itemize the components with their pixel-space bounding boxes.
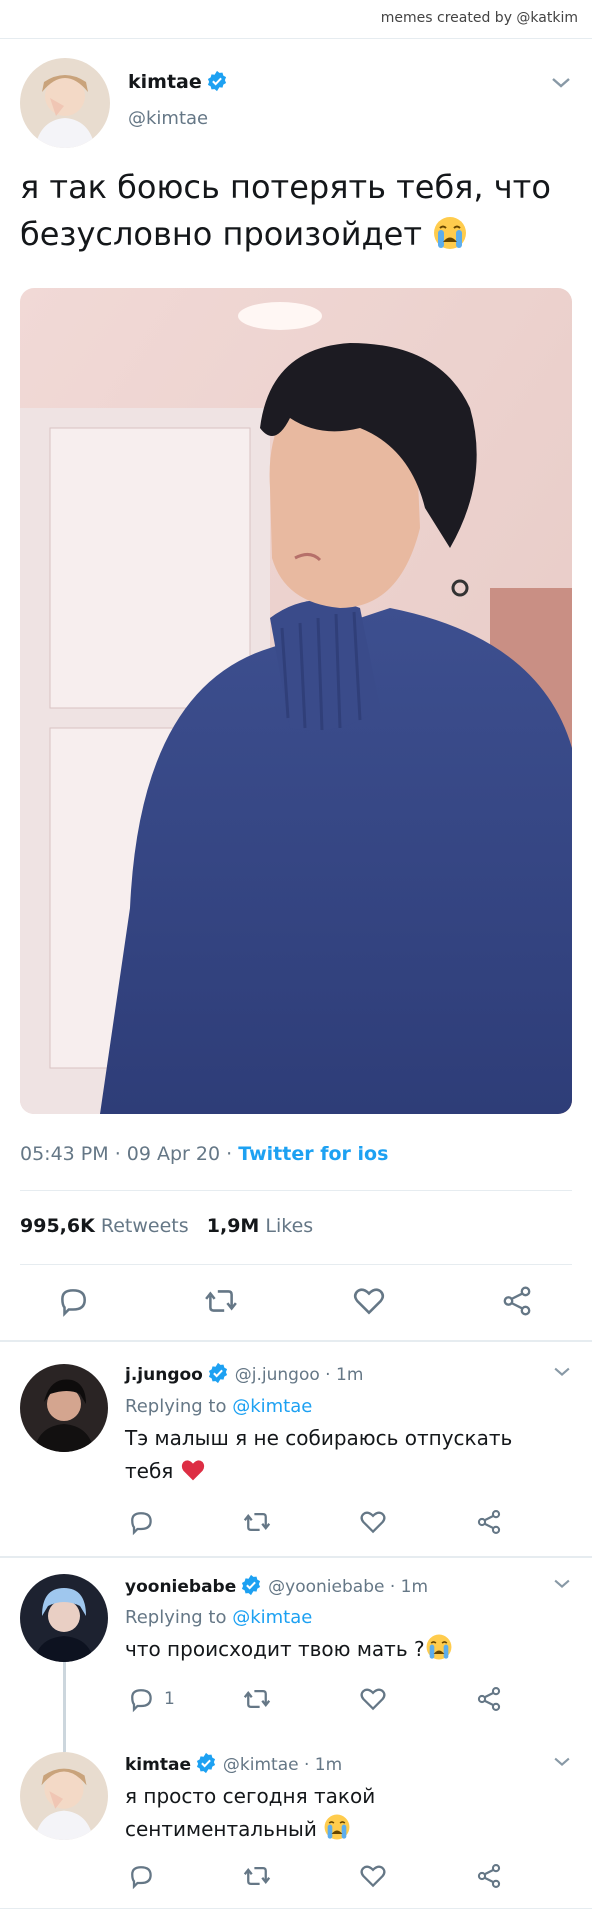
reply-icon[interactable] [127,1685,155,1713]
crying-emoji [323,1813,351,1851]
verified-icon [206,70,228,97]
share-icon[interactable] [475,1862,503,1890]
tweet-actions [0,1280,592,1320]
replying-to: Replying to @kimtae [125,1396,312,1417]
chevron-down-icon[interactable] [552,1756,572,1768]
replying-to-handle[interactable]: @kimtae [232,1396,312,1417]
reply-author-name[interactable]: kimtae [125,1755,191,1775]
chevron-down-icon[interactable] [552,1578,572,1590]
reply-author-row: kimtae @kimtae · 1m [125,1752,342,1779]
share-icon[interactable] [475,1508,503,1536]
reply-text: что происходит твою мать ? [125,1637,425,1661]
reply-text-block: что происходит твою мать ? [125,1633,565,1671]
retweets-stat[interactable]: 995,6K Retweets [20,1215,189,1237]
like-icon[interactable] [359,1508,387,1536]
tweet-meta: 05:43 PM · 09 Apr 20 · Twitter for ios [20,1143,389,1165]
retweet-icon[interactable] [243,1862,271,1890]
retweet-icon[interactable] [243,1508,271,1536]
like-icon[interactable] [359,1685,387,1713]
reply-author-handle[interactable]: @kimtae [223,1755,299,1775]
author-name: kimtae [128,71,202,93]
reply-text-block: Тэ малыш я не собираюсь отпускать тебя [125,1422,565,1492]
reply-author-row: j.jungoo @j.jungoo · 1m [125,1362,363,1389]
verified-icon [240,1574,262,1601]
tweet-photo[interactable] [20,288,572,1114]
replying-label: Replying to [125,1607,227,1628]
like-icon[interactable] [359,1862,387,1890]
crying-emoji [425,1633,453,1671]
divider [0,1556,592,1558]
tweet-time: 05:43 PM [20,1143,109,1165]
reply-author-name[interactable]: j.jungoo [125,1365,203,1385]
tweet-text: я так боюсь потерять тебя, что безусловн… [20,168,551,253]
like-icon[interactable] [352,1284,386,1318]
crying-emoji [432,215,468,264]
author-name-row[interactable]: kimtae [128,70,228,97]
thread-line [63,1662,66,1752]
likes-stat[interactable]: 1,9M Likes [207,1215,313,1237]
retweets-count: 995,6K [20,1215,95,1237]
credit-text: memes created by @katkim [380,10,578,26]
divider [20,1264,572,1265]
replying-to: Replying to @kimtae [125,1607,312,1628]
tweet-source[interactable]: Twitter for ios [238,1143,388,1165]
divider [0,1908,592,1909]
avatar-jjungoo[interactable] [20,1364,108,1452]
reply-time: 1m [336,1365,364,1385]
divider [20,1190,572,1191]
reply-icon[interactable] [127,1862,155,1890]
chevron-down-icon[interactable] [552,1366,572,1378]
avatar-yooniebabe[interactable] [20,1574,108,1662]
verified-icon [207,1362,229,1389]
divider [0,38,592,39]
tweet-text-block: я так боюсь потерять тебя, что безусловн… [20,164,560,264]
red-heart-emoji [180,1458,206,1492]
reply-author-row: yooniebabe @yooniebabe · 1m [125,1574,428,1601]
retweets-label: Retweets [100,1215,189,1237]
tweet-date: 09 Apr 20 [126,1143,221,1165]
replying-label: Replying to [125,1396,227,1417]
share-icon[interactable] [500,1284,534,1318]
retweet-icon[interactable] [204,1284,238,1318]
likes-count: 1,9M [206,1215,260,1237]
reply-time: 1m [314,1755,343,1775]
avatar-kimtae[interactable] [20,58,110,148]
reply-author-handle[interactable]: @j.jungoo [235,1365,320,1385]
reply-time: 1m [400,1577,429,1597]
reply-author-handle[interactable]: @yooniebabe [268,1577,384,1597]
tweet-stats: 995,6K Retweets 1,9M Likes [20,1215,313,1237]
avatar-kimtae[interactable] [20,1752,108,1840]
likes-label: Likes [265,1215,314,1237]
chevron-down-icon[interactable] [550,76,572,90]
reply-icon[interactable] [56,1284,90,1318]
reply-author-name[interactable]: yooniebabe [125,1577,236,1597]
author-handle[interactable]: @kimtae [128,108,208,129]
divider [0,1340,592,1342]
reply-count: 1 [164,1689,175,1709]
retweet-icon[interactable] [243,1685,271,1713]
replying-to-handle[interactable]: @kimtae [232,1607,312,1628]
reply-text-block: я просто сегодня такой сентиментальный [125,1780,565,1851]
reply-icon[interactable] [127,1508,155,1536]
verified-icon [195,1752,217,1779]
share-icon[interactable] [475,1685,503,1713]
